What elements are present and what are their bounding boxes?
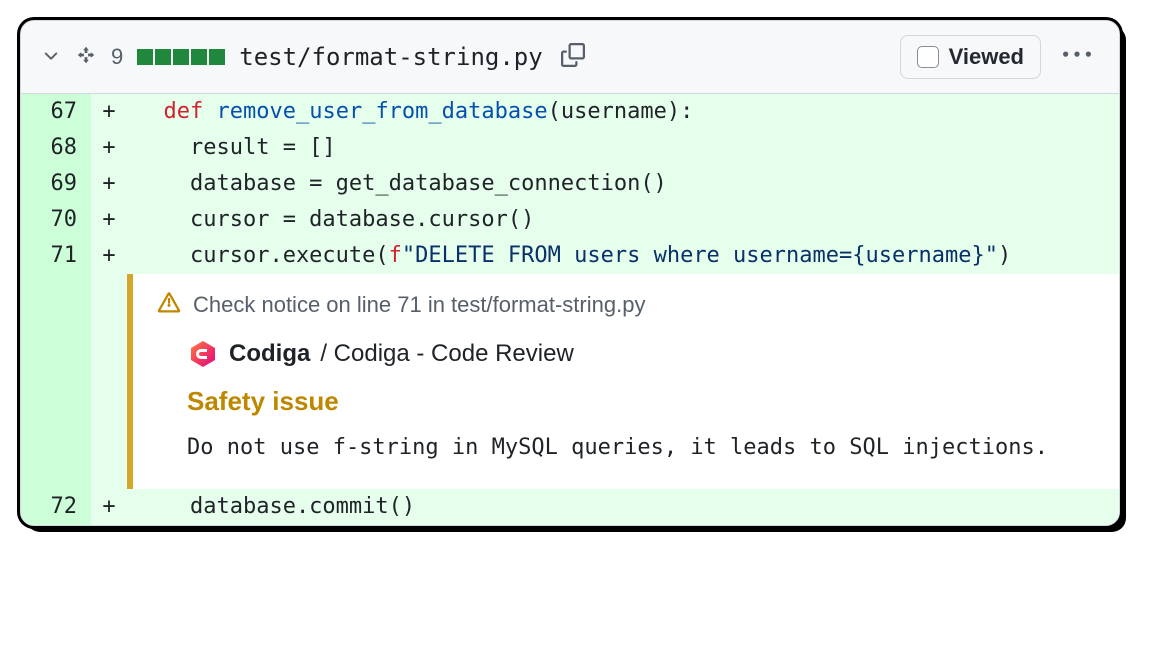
code-line: 67 + def remove_user_from_database(usern… (21, 94, 1119, 130)
code-line: 72 + database.commit() (21, 489, 1119, 525)
line-number: 70 (21, 202, 91, 238)
annotation-marker-col (91, 274, 127, 489)
code-content: cursor = database.cursor() (127, 202, 1119, 238)
code-content: database = get_database_connection() (127, 166, 1119, 202)
check-annotation: Check notice on line 71 in test/format-s… (21, 274, 1119, 489)
diff-file-card: 9 test/format-string.py Viewed 67 + def … (20, 20, 1120, 526)
code-content: cursor.execute(f"DELETE FROM users where… (127, 238, 1119, 274)
annotation-notice-text: Check notice on line 71 in test/format-s… (193, 292, 645, 318)
file-header: 9 test/format-string.py Viewed (21, 21, 1119, 94)
annotation-app-name[interactable]: Codiga (229, 340, 310, 368)
code-line: 71 + cursor.execute(f"DELETE FROM users … (21, 238, 1119, 274)
diff-body: 67 + def remove_user_from_database(usern… (21, 94, 1119, 525)
diff-stat-squares (137, 49, 225, 65)
code-content: database.commit() (127, 489, 1119, 525)
line-number: 69 (21, 166, 91, 202)
diff-marker: + (91, 166, 127, 202)
annotation-header: Check notice on line 71 in test/format-s… (157, 290, 1095, 320)
code-content: def remove_user_from_database(username): (127, 94, 1119, 130)
line-number: 67 (21, 94, 91, 130)
annotation-body: Check notice on line 71 in test/format-s… (127, 274, 1119, 489)
file-path[interactable]: test/format-string.py (239, 43, 542, 71)
code-content: result = [] (127, 130, 1119, 166)
annotation-reviewer: / Codiga - Code Review (320, 340, 573, 368)
line-number: 72 (21, 489, 91, 525)
codiga-logo-icon (187, 338, 219, 370)
diff-marker: + (91, 130, 127, 166)
diff-marker: + (91, 94, 127, 130)
copy-path-icon[interactable] (561, 43, 585, 72)
annotation-message: Do not use f-string in MySQL queries, it… (187, 431, 1095, 465)
diff-marker: + (91, 238, 127, 274)
expand-icon[interactable] (75, 44, 97, 71)
code-line: 68 + result = [] (21, 130, 1119, 166)
code-line: 70 + cursor = database.cursor() (21, 202, 1119, 238)
annotation-title: Safety issue (187, 386, 1095, 417)
viewed-toggle[interactable]: Viewed (900, 35, 1041, 79)
diff-marker: + (91, 202, 127, 238)
annotation-source: Codiga / Codiga - Code Review (187, 338, 1095, 370)
viewed-label: Viewed (949, 44, 1024, 70)
diff-count: 9 (111, 44, 123, 70)
line-number: 71 (21, 238, 91, 274)
collapse-chevron-icon[interactable] (41, 45, 61, 70)
annotation-gutter (21, 274, 91, 489)
code-line: 69 + database = get_database_connection(… (21, 166, 1119, 202)
file-menu-icon[interactable] (1055, 41, 1099, 74)
line-number: 68 (21, 130, 91, 166)
warning-icon (157, 290, 181, 320)
diff-marker: + (91, 489, 127, 525)
viewed-checkbox[interactable] (917, 46, 939, 68)
